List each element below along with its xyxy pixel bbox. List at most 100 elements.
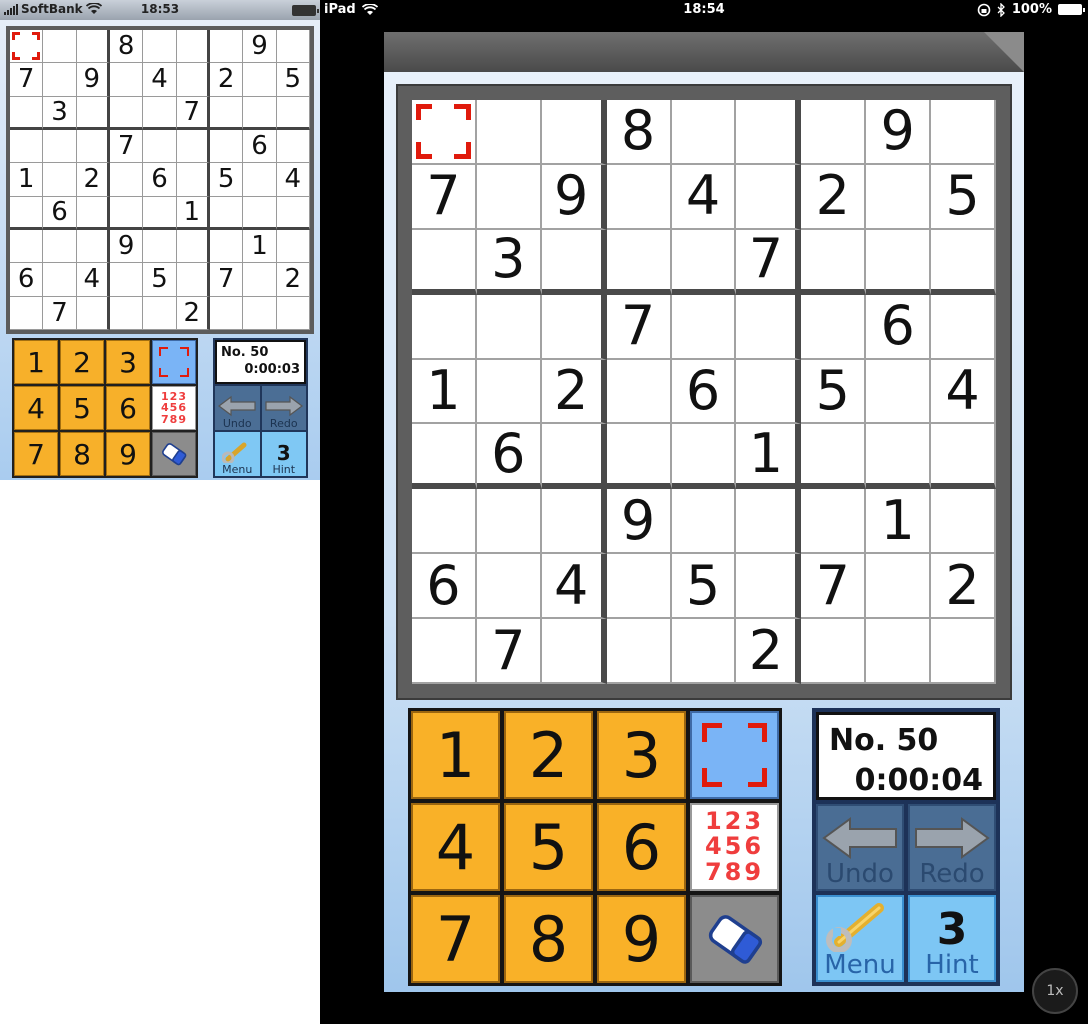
- sudoku-cell[interactable]: 6: [10, 263, 44, 297]
- sudoku-cell[interactable]: [209, 196, 244, 230]
- sudoku-cell[interactable]: [43, 30, 77, 64]
- digit-key[interactable]: 5: [60, 386, 104, 430]
- sudoku-cell[interactable]: [671, 489, 737, 555]
- sudoku-cell[interactable]: [10, 30, 44, 64]
- sudoku-cell[interactable]: [412, 100, 477, 165]
- sudoku-cell[interactable]: [476, 100, 542, 165]
- digit-key[interactable]: 4: [411, 803, 500, 891]
- sudoku-cell[interactable]: [276, 196, 310, 230]
- sudoku-cell[interactable]: [276, 96, 310, 130]
- zoom-button[interactable]: 1x: [1032, 968, 1078, 1014]
- sudoku-cell[interactable]: 9: [606, 489, 672, 555]
- sudoku-cell[interactable]: 2: [76, 163, 110, 197]
- sudoku-cell[interactable]: [931, 229, 996, 295]
- sudoku-cell[interactable]: [541, 619, 607, 684]
- sudoku-cell[interactable]: 4: [931, 359, 996, 425]
- digit-key[interactable]: 9: [106, 432, 150, 476]
- sudoku-cell[interactable]: [606, 359, 672, 425]
- redo-button[interactable]: Redo: [261, 386, 306, 430]
- sudoku-cell[interactable]: [541, 489, 607, 555]
- sudoku-cell[interactable]: [176, 229, 210, 264]
- sudoku-cell[interactable]: [76, 129, 110, 164]
- hint-button[interactable]: 3 Hint: [261, 432, 306, 476]
- sudoku-cell[interactable]: [243, 296, 277, 330]
- sudoku-cell[interactable]: [866, 554, 932, 620]
- menu-button[interactable]: Menu: [215, 432, 260, 476]
- sudoku-cell[interactable]: [671, 619, 737, 684]
- sudoku-cell[interactable]: [671, 229, 737, 295]
- sudoku-cell[interactable]: [606, 164, 672, 230]
- sudoku-cell[interactable]: [243, 63, 277, 97]
- sudoku-cell[interactable]: 4: [143, 63, 177, 97]
- digit-key[interactable]: 9: [597, 895, 686, 983]
- sudoku-cell[interactable]: 4: [671, 164, 737, 230]
- sudoku-cell[interactable]: [276, 296, 310, 330]
- sudoku-cell[interactable]: 2: [176, 296, 210, 330]
- sudoku-cell[interactable]: [209, 296, 244, 330]
- sudoku-cell[interactable]: [801, 489, 867, 555]
- sudoku-cell[interactable]: 1: [243, 229, 277, 264]
- sudoku-cell[interactable]: [109, 263, 144, 297]
- sudoku-cell[interactable]: [43, 263, 77, 297]
- sudoku-cell[interactable]: [476, 554, 542, 620]
- sudoku-cell[interactable]: 8: [109, 30, 144, 64]
- sudoku-cell[interactable]: 7: [109, 129, 144, 164]
- sudoku-cell[interactable]: [931, 424, 996, 490]
- sudoku-cell[interactable]: 7: [176, 96, 210, 130]
- sudoku-cell[interactable]: [412, 294, 477, 360]
- sudoku-cell[interactable]: [143, 96, 177, 130]
- digit-key[interactable]: 7: [14, 432, 58, 476]
- sudoku-cell[interactable]: [276, 229, 310, 264]
- sudoku-cell[interactable]: [76, 229, 110, 264]
- sudoku-cell[interactable]: [476, 489, 542, 555]
- sudoku-cell[interactable]: [109, 163, 144, 197]
- sudoku-cell[interactable]: [671, 424, 737, 490]
- sudoku-cell[interactable]: [866, 229, 932, 295]
- sudoku-cell[interactable]: 5: [931, 164, 996, 230]
- sudoku-cell[interactable]: 9: [866, 100, 932, 165]
- sudoku-cell[interactable]: [276, 129, 310, 164]
- sudoku-cell[interactable]: [801, 229, 867, 295]
- sudoku-cell[interactable]: 9: [76, 63, 110, 97]
- sudoku-cell[interactable]: 6: [866, 294, 932, 360]
- digit-key[interactable]: 4: [14, 386, 58, 430]
- sudoku-cell[interactable]: 5: [671, 554, 737, 620]
- sudoku-cell[interactable]: 7: [801, 554, 867, 620]
- sudoku-cell[interactable]: 6: [143, 163, 177, 197]
- sudoku-cell[interactable]: 3: [43, 96, 77, 130]
- mark-mode-button[interactable]: [690, 711, 779, 799]
- digit-key[interactable]: 6: [106, 386, 150, 430]
- sudoku-cell[interactable]: [606, 424, 672, 490]
- eraser-button[interactable]: [690, 895, 779, 983]
- sudoku-cell[interactable]: 1: [10, 163, 44, 197]
- sudoku-cell[interactable]: 2: [276, 263, 310, 297]
- sudoku-cell[interactable]: 9: [541, 164, 607, 230]
- sudoku-cell[interactable]: 6: [43, 196, 77, 230]
- sudoku-cell[interactable]: [43, 63, 77, 97]
- sudoku-cell[interactable]: [209, 129, 244, 164]
- sudoku-cell[interactable]: 7: [209, 263, 244, 297]
- sudoku-cell[interactable]: 1: [736, 424, 802, 490]
- sudoku-cell[interactable]: 2: [801, 164, 867, 230]
- sudoku-cell[interactable]: [143, 30, 177, 64]
- sudoku-cell[interactable]: 6: [412, 554, 477, 620]
- redo-button[interactable]: Redo: [908, 804, 996, 891]
- sudoku-cell[interactable]: 2: [736, 619, 802, 684]
- sudoku-cell[interactable]: [43, 163, 77, 197]
- sudoku-cell[interactable]: [109, 196, 144, 230]
- sudoku-cell[interactable]: [541, 424, 607, 490]
- digit-key[interactable]: 2: [60, 340, 104, 384]
- hint-button[interactable]: 3 Hint: [908, 895, 996, 982]
- sudoku-cell[interactable]: 5: [209, 163, 244, 197]
- sudoku-cell[interactable]: [931, 294, 996, 360]
- sudoku-cell[interactable]: 7: [736, 229, 802, 295]
- sudoku-cell[interactable]: 4: [276, 163, 310, 197]
- menu-button[interactable]: Menu: [816, 895, 904, 982]
- sudoku-cell[interactable]: [209, 30, 244, 64]
- sudoku-cell[interactable]: 7: [476, 619, 542, 684]
- sudoku-cell[interactable]: 3: [476, 229, 542, 295]
- sudoku-cell[interactable]: [143, 129, 177, 164]
- digit-key[interactable]: 8: [60, 432, 104, 476]
- sudoku-cell[interactable]: [76, 30, 110, 64]
- sudoku-cell[interactable]: [243, 263, 277, 297]
